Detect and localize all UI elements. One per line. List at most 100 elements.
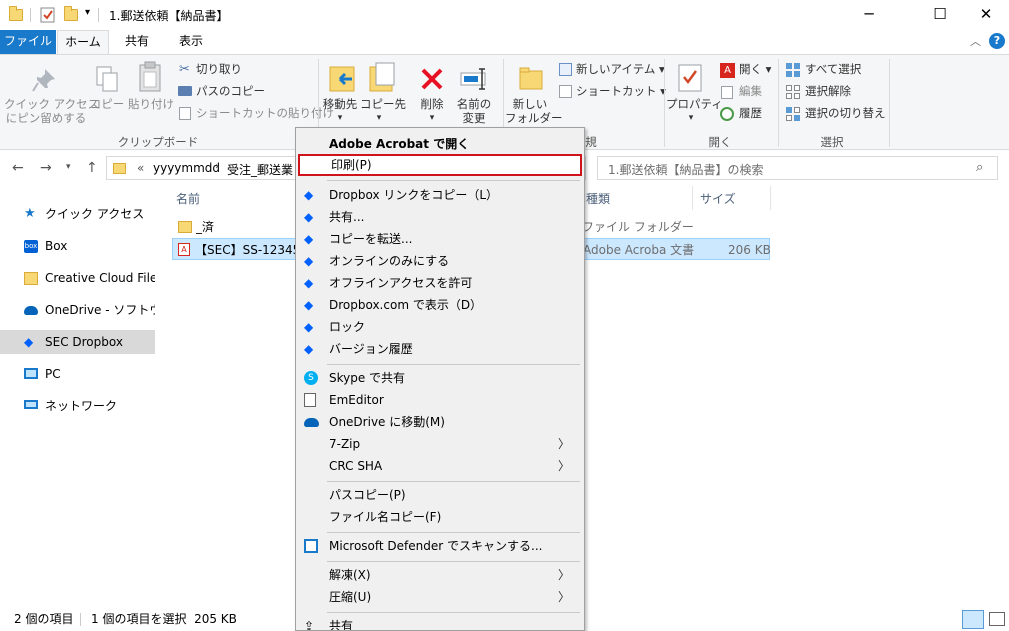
forward-arrow-icon[interactable]: → bbox=[40, 160, 52, 176]
collapse-ribbon-icon[interactable]: ︿ bbox=[970, 33, 981, 49]
maximize-button[interactable]: ☐ bbox=[917, 0, 963, 30]
new-item-button[interactable]: 新しいアイテム ▾ bbox=[576, 62, 665, 76]
menu-item-defender-scan[interactable]: Microsoft Defender でスキャンする... bbox=[298, 535, 582, 557]
up-arrow-icon[interactable]: ↑ bbox=[86, 160, 98, 176]
chevron-right-icon: 〉 bbox=[557, 437, 570, 451]
network-icon bbox=[24, 400, 38, 409]
menu-item-7zip[interactable]: 7-Zip 〉 bbox=[298, 433, 582, 455]
nav-quick-access[interactable]: ★ クイック アクセス bbox=[0, 202, 155, 226]
paste-shortcut-button[interactable]: ショートカットの貼り付け bbox=[196, 106, 334, 120]
folder-icon bbox=[178, 221, 192, 233]
nav-sec-dropbox[interactable]: ◆ SEC Dropbox bbox=[0, 330, 155, 354]
paste-icon bbox=[138, 61, 164, 96]
menu-item-crc-sha[interactable]: CRC SHA 〉 bbox=[298, 455, 582, 477]
nav-pc[interactable]: PC bbox=[0, 362, 155, 386]
history-button[interactable]: 履歴 bbox=[739, 106, 762, 120]
menu-item-filename-copy[interactable]: ファイル名コピー(F) bbox=[298, 506, 582, 528]
large-icons-view-icon[interactable] bbox=[989, 612, 1005, 626]
clipboard-group-label: クリップボード bbox=[117, 135, 199, 149]
creative-cloud-icon bbox=[24, 272, 38, 285]
nav-onedrive[interactable]: OneDrive - ソフトウエア bbox=[0, 298, 155, 322]
new-item-label: 新しいアイテム bbox=[576, 62, 656, 76]
back-arrow-icon[interactable]: ← bbox=[12, 160, 24, 176]
select-none-button[interactable]: 選択解除 bbox=[805, 84, 851, 98]
nav-network[interactable]: ネットワーク bbox=[0, 394, 155, 418]
dropbox-icon: ◆ bbox=[304, 276, 314, 290]
close-button[interactable]: ✕ bbox=[963, 0, 1009, 30]
breadcrumb-overflow[interactable]: « bbox=[137, 161, 144, 175]
pin-quick-access-button[interactable]: クイック アクセス にピン留めする bbox=[4, 97, 99, 125]
menu-label: Dropbox.com で表示（D） bbox=[329, 298, 483, 312]
tab-file[interactable]: ファイル bbox=[0, 30, 56, 54]
selection-info: 1 個の項目を選択 205 KB bbox=[91, 612, 237, 626]
menu-item-lock[interactable]: ◆ ロック bbox=[298, 316, 582, 338]
move-to-button[interactable]: 移動先 bbox=[320, 97, 360, 111]
menu-item-offline-access[interactable]: ◆ オフラインアクセスを許可 bbox=[298, 272, 582, 294]
menu-item-skype-share[interactable]: S Skype で共有 bbox=[298, 367, 582, 389]
recent-locations-icon[interactable]: ▾ bbox=[66, 162, 71, 172]
menu-item-send-copy[interactable]: ◆ コピーを転送... bbox=[298, 228, 582, 250]
search-box[interactable]: 1.郵送依頼【納品書】の検索 ⌕ bbox=[597, 156, 998, 180]
shortcut-button[interactable]: ショートカット ▾ bbox=[576, 84, 666, 98]
menu-item-print[interactable]: 印刷(P) bbox=[298, 154, 582, 176]
menu-item-share-windows[interactable]: ⇪ 共有 bbox=[298, 615, 582, 630]
nav-label: Creative Cloud Files bbox=[45, 271, 155, 285]
menu-item-acrobat-open[interactable]: Adobe Acrobat で開く bbox=[298, 133, 582, 155]
delete-button[interactable]: 削除 bbox=[412, 97, 452, 111]
copy-to-button[interactable]: コピー先 bbox=[360, 97, 406, 111]
nav-box[interactable]: box Box bbox=[0, 234, 155, 258]
search-icon[interactable]: ⌕ bbox=[976, 160, 983, 175]
rename-button[interactable]: 名前の 変更 bbox=[452, 97, 496, 125]
paste-button[interactable]: 貼り付け bbox=[128, 97, 174, 111]
menu-label: EmEditor bbox=[329, 393, 384, 407]
nav-label: SEC Dropbox bbox=[45, 335, 123, 349]
menu-label: 共有... bbox=[329, 210, 365, 224]
nav-creative-cloud[interactable]: Creative Cloud Files bbox=[0, 266, 155, 290]
help-icon[interactable]: ? bbox=[989, 33, 1005, 49]
open-button[interactable]: 開く ▾ bbox=[739, 62, 771, 76]
new-folder-button[interactable]: 新しい フォルダー bbox=[505, 97, 563, 125]
properties-icon bbox=[677, 63, 703, 96]
select-none-icon bbox=[786, 85, 800, 102]
copy-path-button[interactable]: パスのコピー bbox=[196, 84, 265, 98]
menu-item-view-on-dropbox[interactable]: ◆ Dropbox.com で表示（D） bbox=[298, 294, 582, 316]
menu-item-extract[interactable]: 解凍(X) 〉 bbox=[298, 564, 582, 586]
column-header-type[interactable]: 種類 bbox=[586, 190, 610, 207]
customize-toolbar-icon[interactable]: ▾ bbox=[85, 7, 90, 18]
breadcrumb-yyyymmdd[interactable]: yyyymmdd bbox=[153, 161, 220, 175]
chevron-right-icon[interactable]: › bbox=[215, 161, 219, 172]
menu-item-compress[interactable]: 圧縮(U) 〉 bbox=[298, 586, 582, 608]
new-item-icon bbox=[559, 63, 572, 76]
star-icon: ★ bbox=[24, 206, 36, 221]
minimize-button[interactable]: ─ bbox=[846, 0, 892, 30]
properties-button[interactable]: プロパティ bbox=[666, 97, 723, 111]
menu-item-dropbox-copy-link[interactable]: ◆ Dropbox リンクをコピー（L） bbox=[298, 184, 582, 206]
edit-button[interactable]: 編集 bbox=[739, 84, 762, 98]
properties-check-icon[interactable] bbox=[40, 7, 56, 26]
menu-item-online-only[interactable]: ◆ オンラインのみにする bbox=[298, 250, 582, 272]
column-header-name[interactable]: 名前 bbox=[176, 190, 200, 207]
details-view-icon[interactable] bbox=[962, 610, 984, 629]
menu-label: OneDrive に移動(M) bbox=[329, 415, 445, 429]
tab-share[interactable]: 共有 bbox=[114, 30, 160, 54]
new-folder-quick-icon[interactable] bbox=[64, 6, 78, 21]
column-header-size[interactable]: サイズ bbox=[700, 190, 736, 207]
nav-label: PC bbox=[45, 367, 61, 381]
breadcrumb-current[interactable]: 受注_郵送業 bbox=[227, 161, 293, 178]
menu-item-emeditor[interactable]: EmEditor bbox=[298, 389, 582, 411]
tab-home[interactable]: ホーム bbox=[57, 30, 109, 54]
menu-label: バージョン履歴 bbox=[329, 342, 413, 356]
nav-label: クイック アクセス bbox=[45, 207, 145, 221]
copy-button[interactable]: コピー bbox=[88, 97, 126, 111]
delete-icon bbox=[420, 67, 444, 94]
menu-item-share[interactable]: ◆ 共有... bbox=[298, 206, 582, 228]
menu-item-onedrive-move[interactable]: OneDrive に移動(M) bbox=[298, 411, 582, 433]
cut-button[interactable]: 切り取り bbox=[196, 62, 242, 76]
menu-item-path-copy[interactable]: パスコピー(P) bbox=[298, 484, 582, 506]
tab-view[interactable]: 表示 bbox=[166, 30, 216, 54]
menu-item-version-history[interactable]: ◆ バージョン履歴 bbox=[298, 338, 582, 360]
copy-icon bbox=[95, 65, 119, 96]
dropdown-arrow-icon: ▾ bbox=[337, 113, 343, 123]
select-all-button[interactable]: すべて選択 bbox=[805, 62, 861, 76]
invert-selection-button[interactable]: 選択の切り替え bbox=[805, 106, 886, 120]
